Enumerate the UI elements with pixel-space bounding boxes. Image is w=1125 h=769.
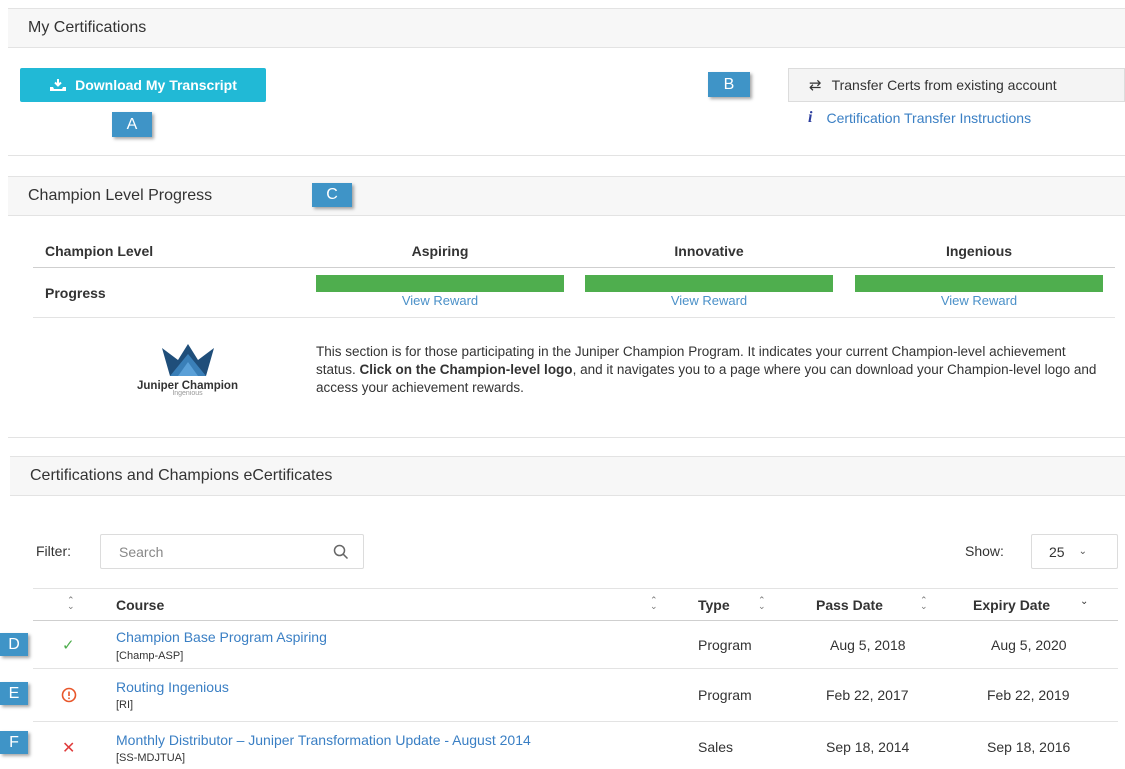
- marker-e: E: [0, 682, 28, 705]
- view-reward-innovative-link[interactable]: View Reward: [585, 293, 833, 308]
- champion-progress-header: Champion Level Progress: [8, 176, 1125, 216]
- expired-x-icon: ✕: [62, 740, 76, 757]
- chevron-down-icon: ⌄: [1078, 546, 1087, 557]
- show-label: Show:: [965, 543, 1004, 559]
- course-sort-icon[interactable]: ⌃ ⌄: [650, 596, 658, 611]
- view-reward-aspiring-link[interactable]: View Reward: [316, 293, 564, 308]
- filter-label: Filter:: [36, 543, 71, 559]
- pass-date: Sep 18, 2014: [826, 739, 910, 755]
- expiry-date-column-header[interactable]: Expiry Date: [973, 597, 1050, 613]
- marker-f: F: [0, 731, 28, 754]
- page-size-value: 25: [1049, 543, 1065, 560]
- course-type: Sales: [698, 739, 734, 755]
- course-type: Program: [698, 637, 752, 653]
- progress-bar-innovative: [585, 275, 833, 292]
- section-divider-2: [8, 437, 1125, 438]
- champion-level-header: Champion Level: [45, 243, 154, 259]
- champion-description: This section is for those participating …: [316, 343, 1106, 397]
- expiry-sort-icon[interactable]: ⌄: [1080, 596, 1088, 607]
- transfer-certs-label: Transfer Certs from existing account: [831, 77, 1057, 93]
- page-size-select[interactable]: 25 ⌄: [1031, 534, 1118, 569]
- course-link[interactable]: Routing Ingenious: [116, 679, 229, 695]
- course-column-header[interactable]: Course: [116, 597, 164, 613]
- course-code: [RI]: [116, 699, 134, 711]
- expiry-date: Sep 18, 2016: [987, 739, 1071, 755]
- table-top-line: [33, 588, 1118, 589]
- marker-d: D: [0, 633, 28, 656]
- champion-desc-bold: Click on the Champion-level logo: [359, 362, 573, 377]
- info-icon: i: [808, 109, 813, 126]
- search-icon: [333, 544, 349, 559]
- download-transcript-button[interactable]: Download My Transcript: [20, 68, 266, 102]
- transfer-certs-button[interactable]: ⇄ Transfer Certs from existing account: [788, 68, 1125, 102]
- my-certifications-header: My Certifications: [8, 8, 1125, 48]
- search-field[interactable]: [100, 534, 364, 569]
- download-icon: [50, 79, 67, 91]
- type-column-header[interactable]: Type: [698, 597, 730, 613]
- champion-logo[interactable]: Juniper Champion Ingenious: [120, 340, 255, 406]
- section-divider: [8, 155, 1125, 156]
- course-type: Program: [698, 687, 752, 703]
- type-sort-icon[interactable]: ⌃ ⌄: [758, 596, 766, 611]
- course-code: [SS-MDJTUA]: [116, 752, 186, 764]
- table-header-line: [33, 620, 1118, 621]
- level-innovative-header: Innovative: [674, 243, 744, 259]
- passed-check-icon: ✓: [62, 637, 75, 654]
- marker-c: C: [312, 183, 352, 207]
- course-link[interactable]: Champion Base Program Aspiring: [116, 629, 327, 645]
- champion-progress-title: Champion Level Progress: [28, 187, 213, 204]
- row-divider: [33, 721, 1118, 722]
- progress-row-label: Progress: [45, 285, 106, 301]
- transfer-arrows-icon: ⇄: [809, 77, 822, 94]
- progress-bar-aspiring: [316, 275, 564, 292]
- marker-a: A: [112, 112, 152, 137]
- champion-header-divider: [33, 267, 1115, 268]
- expiry-date: Feb 22, 2019: [987, 687, 1070, 703]
- my-certifications-title: My Certifications: [28, 19, 147, 36]
- search-input[interactable]: [117, 542, 317, 561]
- champion-progress-divider: [33, 317, 1115, 318]
- expiry-date: Aug 5, 2020: [991, 637, 1067, 653]
- pass-date: Feb 22, 2017: [826, 687, 909, 703]
- ecertificates-header: Certifications and Champions eCertificat…: [10, 456, 1125, 496]
- pass-date: Aug 5, 2018: [830, 637, 906, 653]
- level-aspiring-header: Aspiring: [411, 243, 469, 259]
- champion-crown-icon: [161, 344, 214, 376]
- level-ingenious-header: Ingenious: [945, 243, 1013, 259]
- view-reward-ingenious-link[interactable]: View Reward: [855, 293, 1103, 308]
- status-sort-icon[interactable]: ⌃ ⌄: [67, 596, 75, 611]
- download-transcript-label: Download My Transcript: [75, 77, 237, 93]
- course-link[interactable]: Monthly Distributor – Juniper Transforma…: [116, 732, 531, 748]
- pass-date-sort-icon[interactable]: ⌃ ⌄: [920, 596, 928, 611]
- marker-b: B: [708, 72, 750, 97]
- warning-circle-icon: [61, 687, 77, 703]
- course-code: [Champ-ASP]: [116, 650, 184, 662]
- pass-date-column-header[interactable]: Pass Date: [816, 597, 883, 613]
- transfer-instructions-label[interactable]: Certification Transfer Instructions: [826, 110, 1031, 126]
- transfer-instructions-link[interactable]: i Certification Transfer Instructions: [808, 109, 1031, 127]
- progress-bar-ingenious: [855, 275, 1103, 292]
- row-divider: [33, 668, 1118, 669]
- ecertificates-title: Certifications and Champions eCertificat…: [30, 467, 333, 484]
